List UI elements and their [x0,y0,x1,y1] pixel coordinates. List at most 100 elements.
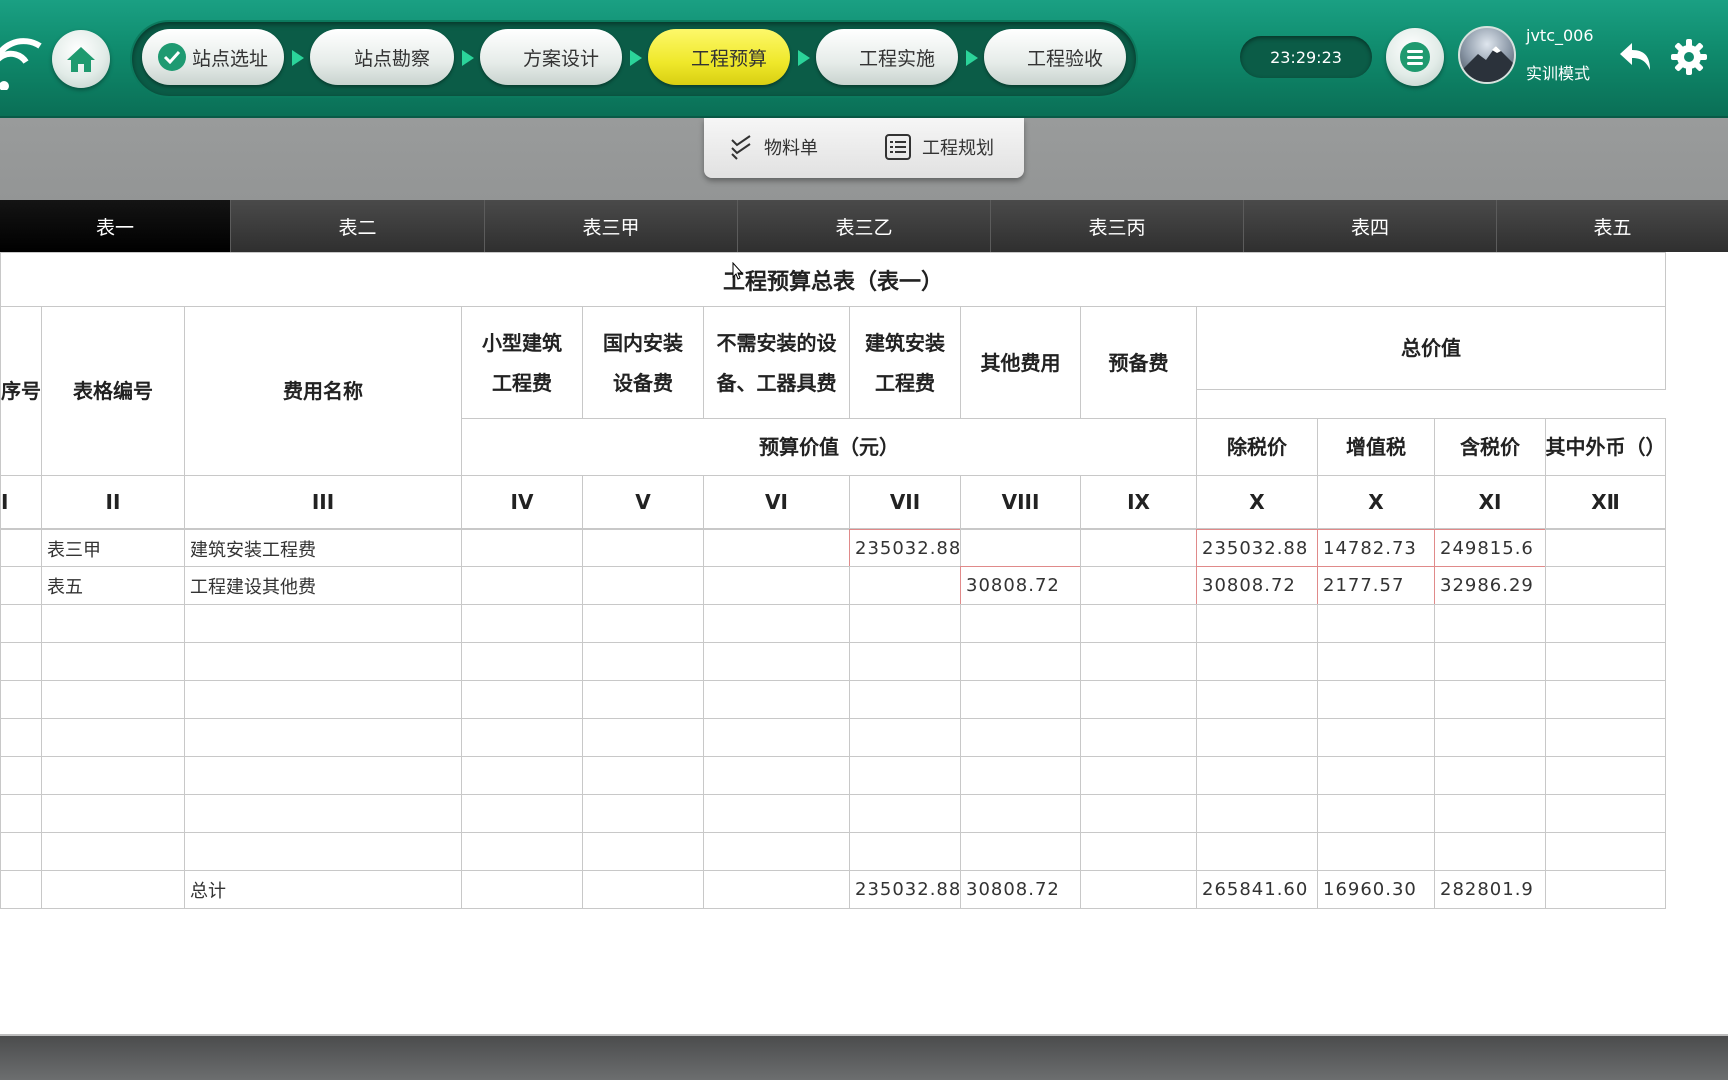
step-budget[interactable]: 工程预算 [648,29,790,85]
table-cell[interactable]: 建筑安装工程费 [184,529,462,568]
table-cell[interactable] [703,566,850,605]
table-cell[interactable] [461,832,583,871]
table-cell[interactable] [184,756,462,795]
table-cell[interactable] [461,794,583,833]
table-cell[interactable] [461,604,583,643]
table-cell[interactable] [1317,794,1435,833]
total-row-cell[interactable] [1080,870,1197,909]
table-cell[interactable] [1080,604,1197,643]
step-implementation[interactable]: 工程实施 [816,29,958,85]
step-site-survey[interactable]: 站点勘察 [310,29,454,85]
table-cell[interactable] [849,832,961,871]
table-cell[interactable] [1545,718,1666,757]
table-cell[interactable] [960,794,1081,833]
table-cell[interactable] [461,529,583,568]
table-cell[interactable] [703,756,850,795]
table-cell[interactable] [582,642,704,681]
step-site-selection[interactable]: 站点选址 [142,29,284,85]
table-cell[interactable] [1080,718,1197,757]
total-row-cell[interactable] [1545,870,1666,909]
menu-button[interactable] [1386,28,1444,86]
bom-button[interactable]: 物料单 [728,130,818,164]
table-cell[interactable] [1080,680,1197,719]
table-cell[interactable] [41,756,185,795]
table-cell[interactable] [1434,718,1546,757]
table-cell[interactable] [1545,604,1666,643]
table-cell[interactable] [703,718,850,757]
table-cell[interactable] [849,604,961,643]
table-cell[interactable] [0,566,42,605]
table-cell[interactable] [41,832,185,871]
table-cell[interactable] [184,718,462,757]
table-cell[interactable] [703,680,850,719]
table-cell[interactable] [461,566,583,605]
table-cell[interactable] [582,832,704,871]
tab-table-1[interactable]: 表一 [0,200,231,252]
table-cell[interactable] [1545,680,1666,719]
table-cell[interactable] [1196,718,1318,757]
table-cell[interactable] [582,680,704,719]
tab-table-4[interactable]: 表四 [1244,200,1497,252]
table-cell[interactable] [1196,794,1318,833]
table-cell[interactable] [0,604,42,643]
table-cell[interactable] [1080,642,1197,681]
table-cell[interactable] [1317,642,1435,681]
table-cell[interactable]: 2177.57 [1317,566,1435,605]
table-cell[interactable] [41,718,185,757]
total-row-cell[interactable]: 16960.30 [1317,870,1435,909]
table-cell[interactable] [960,832,1081,871]
table-cell[interactable] [1196,604,1318,643]
table-cell[interactable] [1196,680,1318,719]
step-acceptance[interactable]: 工程验收 [984,29,1126,85]
table-cell[interactable] [582,604,704,643]
table-cell[interactable] [0,832,42,871]
avatar[interactable] [1458,26,1516,84]
table-cell[interactable] [960,756,1081,795]
total-row-cell[interactable] [582,870,704,909]
table-cell[interactable] [849,794,961,833]
table-cell[interactable] [184,642,462,681]
table-cell[interactable]: 表三甲 [41,529,185,568]
table-cell[interactable]: 30808.72 [960,566,1081,605]
table-cell[interactable] [582,566,704,605]
table-cell[interactable] [582,794,704,833]
table-cell[interactable] [1317,756,1435,795]
table-cell[interactable] [184,794,462,833]
table-cell[interactable] [703,794,850,833]
table-cell[interactable] [703,832,850,871]
table-cell[interactable] [1080,529,1197,568]
plan-button[interactable]: 工程规划 [884,130,994,164]
table-cell[interactable] [1545,642,1666,681]
table-cell[interactable] [1434,832,1546,871]
total-row-cell[interactable] [461,870,583,909]
table-cell[interactable] [960,604,1081,643]
table-cell[interactable] [1317,718,1435,757]
table-cell[interactable] [1545,756,1666,795]
table-cell[interactable] [184,604,462,643]
table-cell[interactable] [849,566,961,605]
table-cell[interactable] [1434,756,1546,795]
table-cell[interactable]: 235032.88 [849,529,961,568]
table-cell[interactable] [1080,794,1197,833]
table-cell[interactable] [1317,604,1435,643]
table-cell[interactable] [1196,756,1318,795]
table-cell[interactable] [1434,642,1546,681]
table-cell[interactable] [184,832,462,871]
table-cell[interactable]: 工程建设其他费 [184,566,462,605]
tab-table-2[interactable]: 表二 [231,200,485,252]
table-cell[interactable] [0,642,42,681]
tab-table-3b[interactable]: 表三乙 [738,200,991,252]
table-cell[interactable] [41,642,185,681]
table-cell[interactable] [0,756,42,795]
home-button[interactable] [52,30,110,88]
table-cell[interactable] [849,756,961,795]
table-cell[interactable] [849,718,961,757]
table-cell[interactable] [0,529,42,568]
table-cell[interactable] [0,718,42,757]
table-cell[interactable]: 30808.72 [1196,566,1318,605]
table-cell[interactable]: 14782.73 [1317,529,1435,568]
total-row-cell[interactable] [703,870,850,909]
table-cell[interactable] [461,642,583,681]
table-cell[interactable] [960,680,1081,719]
table-cell[interactable] [1080,832,1197,871]
